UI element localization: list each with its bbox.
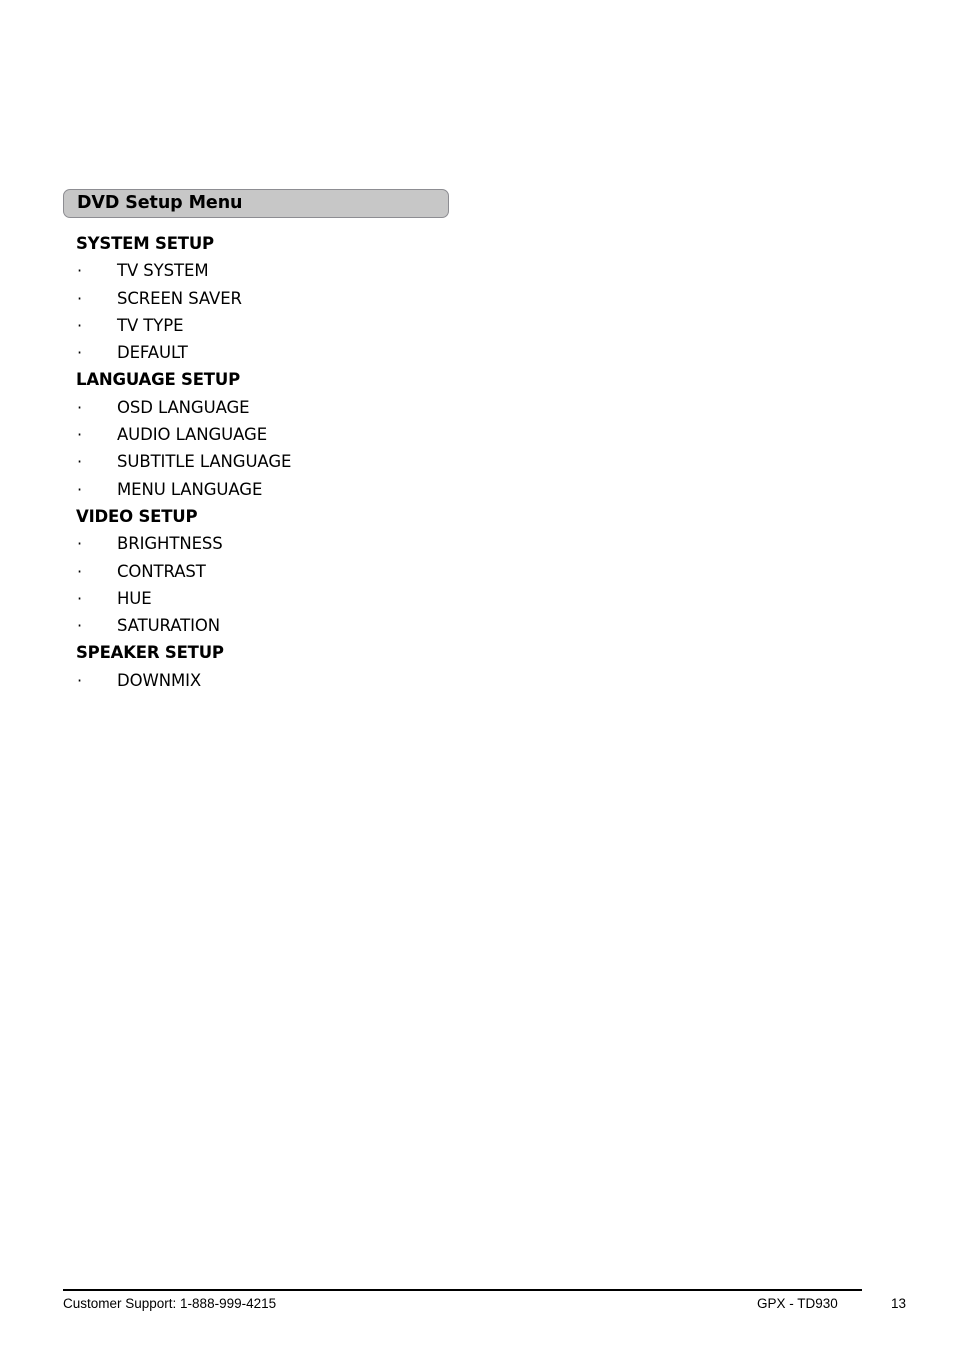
group-heading: VIDEO SETUP <box>76 506 198 526</box>
bullet-icon: · <box>77 425 83 445</box>
outline-item-label: MENU LANGUAGE <box>117 479 263 499</box>
bullet-icon: · <box>77 479 83 499</box>
outline-item-label: BRIGHTNESS <box>117 534 223 554</box>
outline-item: · BRIGHTNESS <box>63 530 663 557</box>
group-heading: LANGUAGE SETUP <box>76 370 240 390</box>
outline-item-label: DEFAULT <box>117 343 188 363</box>
section-title: DVD Setup Menu <box>77 192 243 213</box>
setup-menu-outline: SYSTEM SETUP · TV SYSTEM · SCREEN SAVER · TV T… <box>63 230 663 694</box>
outline-item-label: SATURATION <box>117 616 221 636</box>
manual-page: DVD Setup Menu SYSTEM SETUP · TV SYSTEM · SC… <box>0 0 954 1354</box>
outline-item: · SCREEN SAVER <box>63 285 663 312</box>
outline-item: · TV TYPE <box>63 312 663 339</box>
bullet-icon: · <box>77 343 83 363</box>
outline-item-label: DOWNMIX <box>117 670 202 690</box>
outline-item-label: TV SYSTEM <box>117 261 209 281</box>
bullet-icon: · <box>77 261 83 281</box>
page-footer: Customer Support: 1-888-999-4215 GPX - T… <box>63 1296 918 1320</box>
outline-item: · DOWNMIX <box>63 667 663 694</box>
section-header-bar: DVD Setup Menu <box>63 189 449 218</box>
bullet-icon: · <box>77 588 83 608</box>
outline-item-label: OSD LANGUAGE <box>117 397 250 417</box>
outline-item: · HUE <box>63 585 663 612</box>
outline-item: · OSD LANGUAGE <box>63 394 663 421</box>
outline-item: · SUBTITLE LANGUAGE <box>63 448 663 475</box>
outline-item-label: AUDIO LANGUAGE <box>117 425 268 445</box>
outline-item: · AUDIO LANGUAGE <box>63 421 663 448</box>
outline-item-label: TV TYPE <box>117 315 184 335</box>
bullet-icon: · <box>77 616 83 636</box>
outline-item-label: SCREEN SAVER <box>117 288 242 308</box>
outline-item-label: HUE <box>117 588 152 608</box>
bullet-icon: · <box>77 452 83 472</box>
outline-item: · TV SYSTEM <box>63 257 663 284</box>
outline-item: · CONTRAST <box>63 558 663 585</box>
model-name-text: GPX - TD930 <box>757 1296 838 1311</box>
page-number: 13 <box>891 1296 907 1311</box>
footer-divider <box>63 1289 862 1291</box>
bullet-icon: · <box>77 670 83 690</box>
bullet-icon: · <box>77 561 83 581</box>
outline-item: · DEFAULT <box>63 339 663 366</box>
group-heading: SPEAKER SETUP <box>76 643 224 663</box>
customer-support-text: Customer Support: 1-888-999-4215 <box>63 1296 277 1311</box>
bullet-icon: · <box>77 534 83 554</box>
outline-item-label: CONTRAST <box>117 561 206 581</box>
bullet-icon: · <box>77 288 83 308</box>
outline-item: · MENU LANGUAGE <box>63 476 663 503</box>
outline-item-label: SUBTITLE LANGUAGE <box>117 452 292 472</box>
outline-item: · SATURATION <box>63 612 663 639</box>
bullet-icon: · <box>77 397 83 417</box>
group-heading: SYSTEM SETUP <box>76 234 214 253</box>
bullet-icon: · <box>77 315 83 335</box>
